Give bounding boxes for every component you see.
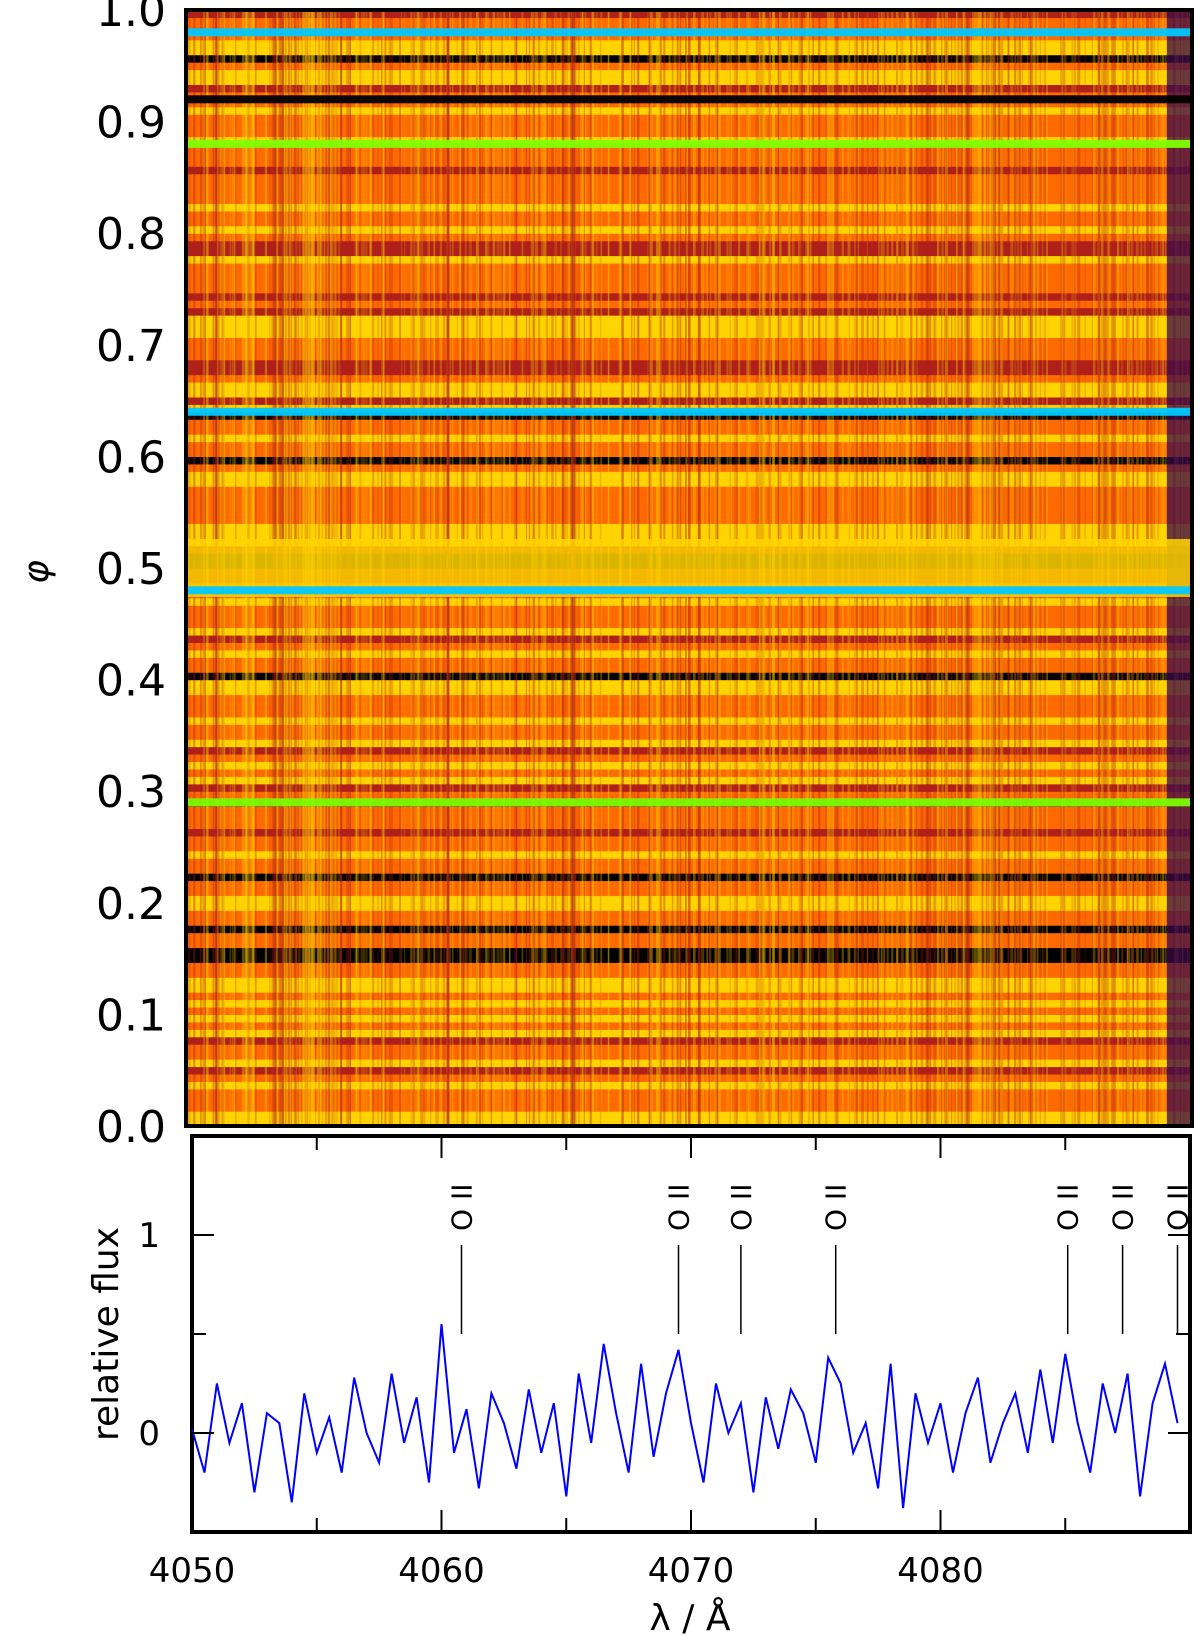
heatmap-feature-band: [186, 407, 1192, 416]
spectral-line-label: O II: [820, 1184, 853, 1231]
spectral-line-label: O II: [1162, 1184, 1195, 1231]
spectrum-y-tick-label: 1: [138, 1216, 160, 1256]
heatmap-y-tick-label: 0.9: [96, 98, 166, 149]
heatmap-y-tick-label: 0.4: [96, 656, 166, 707]
heatmap-y-tick-label: 0.6: [96, 432, 166, 483]
heatmap-feature-band: [186, 586, 1192, 595]
spectral-line-label: O II: [663, 1184, 696, 1231]
spectral-line-label: O II: [1052, 1184, 1085, 1231]
spectral-line-label: O II: [446, 1184, 479, 1231]
heatmap-y-tick-label: 0.1: [96, 990, 166, 1041]
chart-figure: 0.0 0.1 0.2 0.3 0.4 0.5 0.6 0.7 0.8 0.9 1.0 φ O II…: [16, 0, 1195, 1636]
heatmap-y-ticks: 0.0 0.1 0.2 0.3 0.4 0.5 0.6 0.7 0.8 0.9 1.0: [96, 0, 166, 1153]
spectrum-panel: O II O II O II O II O II O II O II 4050 4060 407…: [86, 1134, 1195, 1636]
heatmap-y-tick-label: 0.7: [96, 321, 166, 372]
heatmap-feature-band: [186, 139, 1192, 148]
spectral-line-label: O II: [725, 1184, 758, 1231]
heatmap-y-tick-label: 0.0: [96, 1102, 166, 1153]
spectrum-x-tick-label: 4070: [648, 1551, 735, 1591]
heatmap-panel: 0.0 0.1 0.2 0.3 0.4 0.5 0.6 0.7 0.8 0.9 1.0 φ: [16, 0, 1194, 1153]
heatmap-feature-band: [186, 798, 1192, 807]
spectrum-y-tick-label: 0: [138, 1414, 160, 1454]
spectrum-x-tick-label: 4050: [149, 1551, 236, 1591]
heatmap-feature-band: [186, 28, 1192, 37]
heatmap-feature-band: [186, 95, 1192, 104]
heatmap-y-tick-label: 1.0: [96, 0, 166, 37]
spectrum-x-tick-label: 4060: [398, 1551, 485, 1591]
spectrum-x-axis-title: λ / Å: [650, 1596, 731, 1636]
heatmap-y-tick-label: 0.3: [96, 767, 166, 818]
spectrum-y-axis-title: relative flux: [86, 1227, 127, 1441]
heatmap-y-tick-label: 0.2: [96, 879, 166, 930]
heatmap-y-tick-label: 0.5: [96, 544, 166, 595]
spectrum-x-tick-label: 4080: [897, 1551, 984, 1591]
heatmap-y-axis-title: φ: [16, 560, 57, 584]
heatmap-y-tick-label: 0.8: [96, 209, 166, 260]
spectral-line-label: O II: [1107, 1184, 1140, 1231]
